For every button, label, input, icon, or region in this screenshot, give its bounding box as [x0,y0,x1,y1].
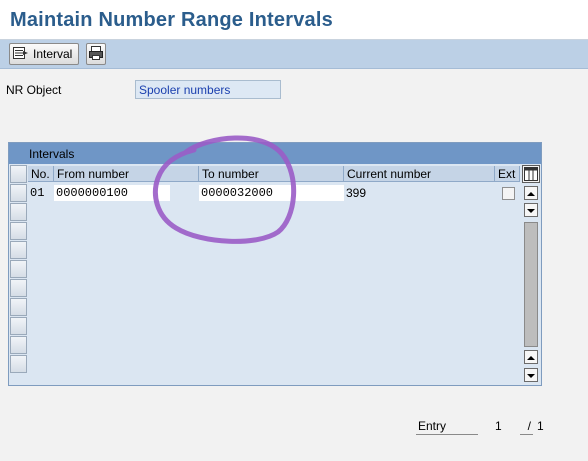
column-header-current-number[interactable]: Current number [344,166,495,182]
row-selector[interactable] [10,279,27,297]
to-number-input[interactable]: 0000032000 [199,185,344,201]
entry-label: Entry [416,419,478,435]
intervals-table: Intervals No. From number To number Curr… [8,142,542,386]
entry-total: 1 [537,419,544,433]
row-selector[interactable] [10,336,27,354]
title-bar: Maintain Number Range Intervals [0,0,588,40]
row-selector[interactable] [10,241,27,259]
column-header-ext[interactable]: Ext [495,166,520,182]
row-no-cell: 01 [30,186,45,200]
table-settings-button[interactable] [522,165,540,183]
vertical-scrollbar[interactable] [524,222,538,347]
ext-checkbox[interactable] [502,187,515,200]
interval-button[interactable]: Interval [9,43,79,65]
scroll-up-button[interactable] [524,186,538,200]
column-header-from-number[interactable]: From number [54,166,199,182]
arrow-down-icon [527,366,535,384]
row-selector[interactable] [10,260,27,278]
row-selector[interactable] [10,355,27,373]
interval-icon [13,46,29,63]
column-header-no[interactable]: No. [28,166,54,182]
current-number-cell: 399 [346,186,367,200]
nr-object-field[interactable]: Spooler numbers [135,80,281,99]
print-button[interactable] [86,43,106,65]
arrow-up-icon [527,184,535,202]
application-toolbar: Interval [0,40,588,69]
row-selector[interactable] [10,222,27,240]
row-selector[interactable] [10,317,27,335]
row-selector[interactable] [10,184,27,202]
select-all-button[interactable] [10,165,27,183]
arrow-down-icon [527,201,535,219]
interval-button-label: Interval [33,47,73,61]
arrow-up-icon [527,348,535,366]
nr-object-label: NR Object [6,83,62,97]
column-header-to-number[interactable]: To number [199,166,344,182]
intervals-table-title: Intervals [9,143,541,164]
scroll-down-button[interactable] [524,203,538,217]
page-up-button[interactable] [524,350,538,364]
print-icon [89,45,103,63]
from-number-input[interactable]: 0000000100 [54,185,170,201]
entry-current: 1 [495,419,502,433]
page-down-button[interactable] [524,368,538,382]
row-selector[interactable] [10,203,27,221]
page-title: Maintain Number Range Intervals [10,9,333,31]
row-selector[interactable] [10,298,27,316]
entry-separator: / [520,419,533,435]
